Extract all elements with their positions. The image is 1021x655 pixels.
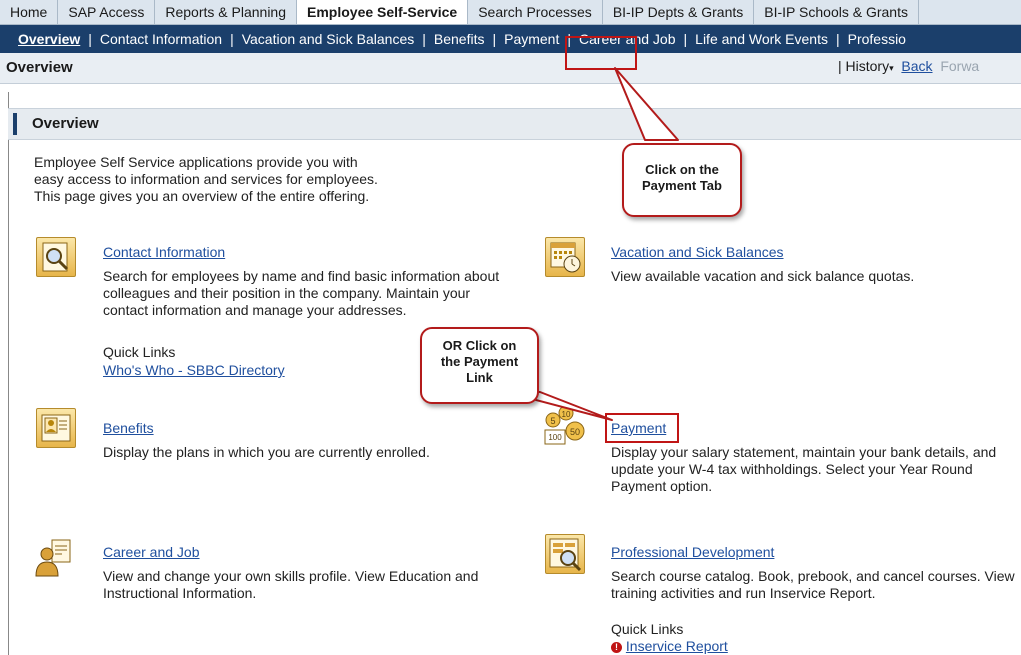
callout-line: Click on the (645, 162, 719, 177)
callout-line: Payment Tab (642, 178, 722, 193)
callout-payment-link: OR Click on the Payment Link (420, 327, 539, 404)
callout-line: the Payment (440, 354, 519, 369)
callout-line: Link (466, 370, 493, 385)
callout-payment-tab: Click on the Payment Tab (622, 143, 742, 217)
callout-line: OR Click on (442, 338, 517, 353)
